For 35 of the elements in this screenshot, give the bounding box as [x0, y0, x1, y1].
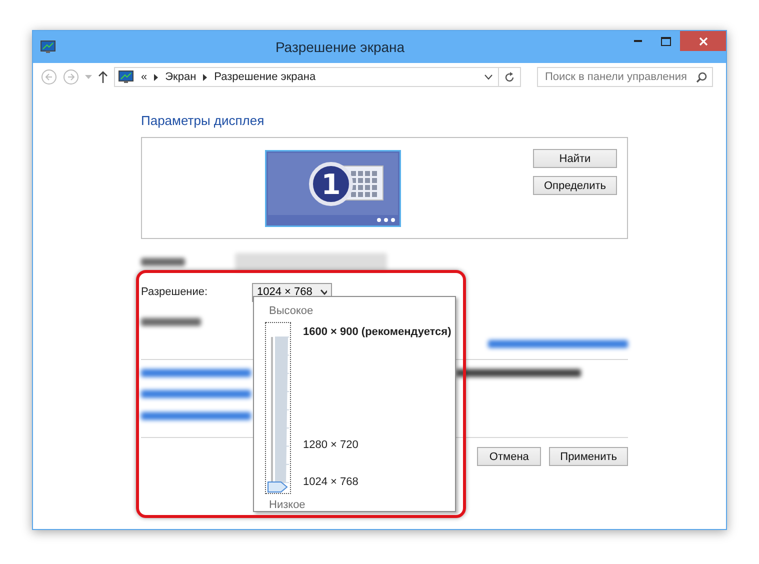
maximize-icon[interactable] [661, 36, 671, 46]
search-icon [696, 72, 707, 82]
resolution-option[interactable]: 1280 × 720 [303, 439, 452, 451]
chevron-down-icon[interactable] [484, 74, 493, 80]
monitor-icon [40, 40, 56, 54]
address-bar[interactable]: « Экран Разрешение экрана [114, 67, 499, 87]
breadcrumb[interactable]: Разрешение экрана [214, 71, 316, 83]
refresh-icon [504, 72, 515, 82]
breadcrumb[interactable]: Экран [165, 71, 196, 83]
chevron-icon [203, 74, 208, 80]
side-button[interactable]: Найти [532, 149, 617, 168]
low-label: Низкое [269, 499, 306, 511]
high-label: Высокое [269, 305, 314, 317]
close-icon [698, 36, 708, 46]
window-title: Разрешение экрана [274, 39, 406, 55]
up-arrow-icon[interactable] [98, 71, 108, 83]
monitor-drawing[interactable]: 1 [265, 150, 401, 227]
blurred-text [141, 318, 201, 326]
search-field[interactable]: Поиск в панели управления [537, 67, 713, 87]
slider-thumb[interactable] [267, 481, 289, 493]
dialog-button[interactable]: Применить [549, 447, 628, 466]
dialog-button[interactable]: Отмена [477, 447, 542, 466]
resolution-option[interactable]: 1024 × 768 [303, 476, 452, 488]
resolution-slider[interactable] [265, 322, 291, 494]
section-heading: Параметры дисплея [141, 113, 266, 128]
close-button[interactable] [680, 31, 726, 51]
resolution-label: Разрешение: [141, 286, 209, 298]
side-button[interactable]: Определить [532, 176, 617, 195]
resolution-option[interactable]: 1600 × 900 (рекомендуется) [303, 326, 452, 338]
monitor-icon [118, 70, 134, 84]
chevron-down-icon [320, 289, 327, 295]
chevron-icon [154, 74, 158, 80]
blurred-text [141, 258, 185, 266]
refresh-button[interactable] [499, 67, 521, 87]
breadcrumb[interactable]: « [141, 71, 148, 83]
